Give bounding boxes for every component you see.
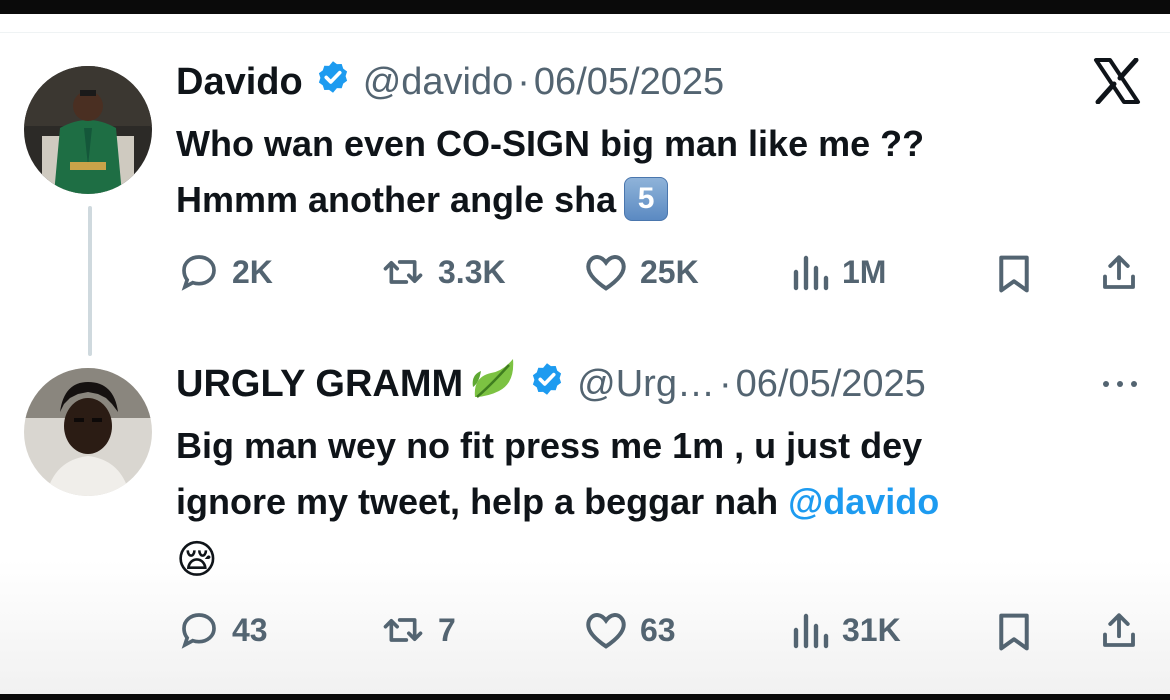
- tweet-text-line-2: ignore my tweet, help a beggar nah: [176, 481, 789, 522]
- share-icon[interactable]: [1098, 252, 1140, 299]
- leaf-emoji-icon: [469, 357, 517, 411]
- retweet-count: 3.3K: [438, 253, 506, 290]
- retweet-icon: [383, 618, 423, 642]
- handle[interactable]: @davido: [363, 61, 514, 104]
- bookmark-icon[interactable]: [996, 612, 1032, 657]
- reply-button[interactable]: 43: [178, 610, 268, 650]
- reply-count: 43: [232, 611, 268, 648]
- reply-button[interactable]: 2K: [178, 252, 273, 292]
- x-logo-icon[interactable]: [1092, 57, 1142, 109]
- bookmark-icon[interactable]: [996, 254, 1032, 299]
- sleepy-face-emoji: 😪: [176, 538, 218, 582]
- display-name[interactable]: Davido: [176, 61, 303, 104]
- tweet-text: Who wan even CO-SIGN big man like me ?? …: [176, 116, 1136, 228]
- tweet-text-line: Hmmm another angle sha 5: [176, 172, 1136, 228]
- more-icon[interactable]: [1100, 372, 1140, 401]
- views-button[interactable]: 1M: [790, 252, 886, 292]
- tweet-text: Big man wey no fit press me 1m , u just …: [176, 418, 1136, 590]
- reply-count: 2K: [232, 253, 273, 290]
- views-button[interactable]: 31K: [790, 610, 901, 650]
- separator: ·: [517, 60, 530, 103]
- views-icon: [793, 613, 829, 649]
- retweet-button[interactable]: 3.3K: [380, 252, 506, 292]
- display-name[interactable]: URGLY GRAMM: [176, 363, 463, 406]
- like-count: 25K: [640, 253, 699, 290]
- like-button[interactable]: 63: [584, 610, 676, 650]
- tweet-header: URGLY GRAMM @Urg… · 06/05/2025: [176, 358, 926, 410]
- retweet-button[interactable]: 7: [380, 610, 456, 650]
- verified-badge-icon: [529, 361, 565, 407]
- top-divider: [0, 32, 1170, 33]
- tweet-date[interactable]: 06/05/2025: [534, 61, 724, 104]
- like-button[interactable]: 25K: [584, 252, 699, 292]
- avatar-urgly-gramm[interactable]: [24, 368, 152, 496]
- views-count: 31K: [842, 611, 901, 648]
- handle[interactable]: @Urg…: [577, 363, 715, 406]
- tweet-date[interactable]: 06/05/2025: [736, 363, 926, 406]
- retweet-icon: [383, 260, 423, 284]
- heart-icon: [586, 613, 626, 649]
- views-count: 1M: [842, 253, 887, 290]
- top-edge-bar: [0, 0, 1170, 14]
- tweet-text-line: Who wan even CO-SIGN big man like me ??: [176, 123, 925, 164]
- separator: ·: [718, 362, 732, 405]
- keycap-emoji: 5: [624, 177, 669, 221]
- reply-icon: [181, 613, 216, 649]
- avatar-davido[interactable]: [24, 66, 152, 194]
- tweet-text-line: ignore my tweet, help a beggar nah @davi…: [176, 474, 1136, 530]
- heart-icon: [586, 255, 626, 291]
- mention-link[interactable]: @davido: [788, 481, 939, 522]
- views-icon: [793, 255, 829, 291]
- tweet-text-line-2: Hmmm another angle sha: [176, 179, 617, 220]
- tweet-header: Davido @davido · 06/05/2025: [176, 56, 724, 108]
- like-count: 63: [640, 611, 676, 648]
- retweet-count: 7: [438, 611, 456, 648]
- thread-connector: [88, 206, 92, 356]
- share-icon[interactable]: [1098, 610, 1140, 657]
- tweet-text-line: Big man wey no fit press me 1m , u just …: [176, 425, 923, 466]
- bottom-edge-bar: [0, 694, 1170, 700]
- verified-badge-icon: [315, 59, 351, 105]
- reply-icon: [181, 255, 216, 291]
